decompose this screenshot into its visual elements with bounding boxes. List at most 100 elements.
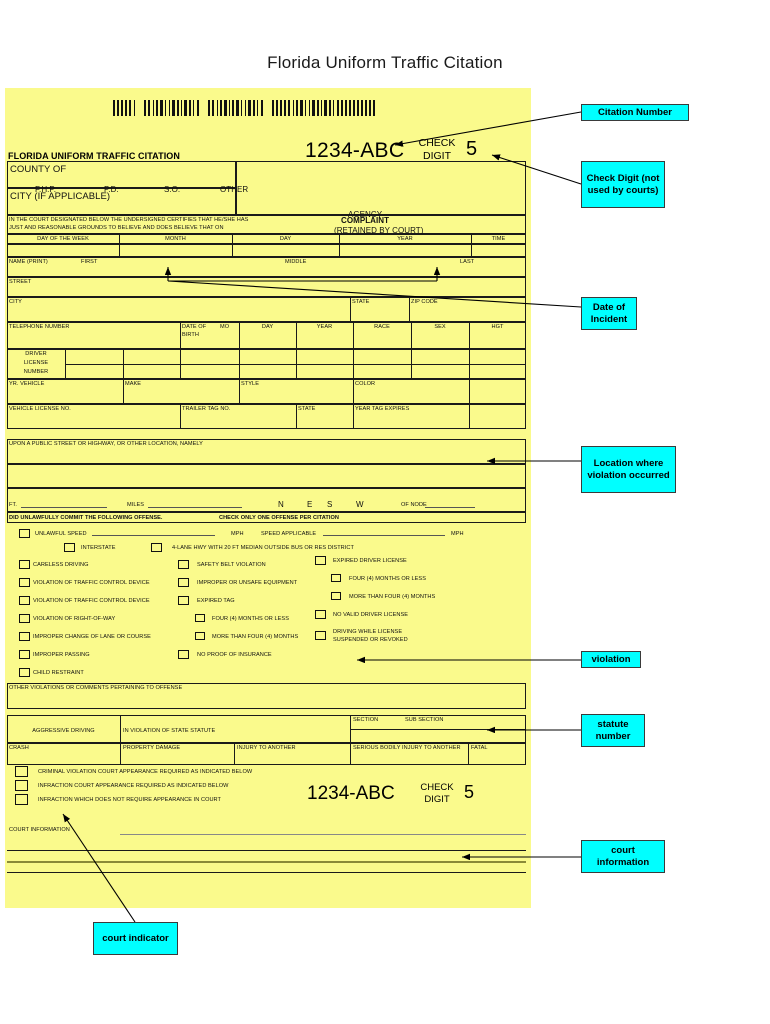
checkbox-child-restraint[interactable] (19, 668, 30, 677)
checkbox-interstate[interactable] (64, 543, 75, 552)
court-information-line-3[interactable] (7, 861, 526, 863)
location-heading: UPON A PUBLIC STREET OR HIGHWAY, OR OTHE… (9, 441, 203, 447)
barcode-gap (201, 100, 208, 116)
callout-court-information: court information (581, 840, 665, 873)
checkbox-driving-while-license-suspended[interactable] (315, 631, 326, 640)
barcode-bar (248, 100, 251, 116)
tag-state-label: STATE (298, 406, 316, 412)
barcode-bar (284, 100, 286, 116)
speed-applicable-entry[interactable] (323, 535, 445, 536)
ft-entry[interactable] (21, 507, 107, 508)
checkbox-criminal-violation-appearance[interactable] (15, 766, 28, 777)
checkbox-dl-more-than-four-months[interactable] (331, 592, 341, 600)
barcode-bar (125, 100, 127, 116)
of-node-label: OF NODE (401, 502, 427, 508)
barcode-bar (353, 100, 355, 116)
unlawful-speed-entry[interactable] (92, 535, 215, 536)
agency-option-other[interactable]: OTHER (220, 185, 248, 194)
callout-citation-number: Citation Number (581, 104, 689, 121)
checkbox-traffic-control-device-1[interactable] (19, 578, 30, 587)
checkbox-expired-driver-license[interactable] (315, 556, 326, 565)
offense-col2-label-4: MORE THAN FOUR (4) MONTHS (212, 634, 299, 640)
check-label-bottom-line1: CHECK (420, 782, 454, 793)
barcode-bar (224, 100, 227, 116)
barcode-bar (304, 100, 307, 116)
checkbox-right-of-way[interactable] (19, 614, 30, 623)
barcode-bar (360, 100, 364, 116)
barcode (113, 100, 418, 116)
checkbox-expired-tag[interactable] (178, 596, 189, 605)
direction-e[interactable]: E (307, 500, 312, 509)
barcode-bar (168, 100, 171, 116)
offense-col2-label-1: IMPROPER OR UNSAFE EQUIPMENT (197, 580, 298, 586)
barcode-bar (133, 100, 136, 116)
city-state-zip-row[interactable] (7, 297, 526, 322)
style-label: STYLE (241, 381, 259, 387)
callout-statute-number: statute number (581, 714, 645, 747)
barcode-bar (275, 100, 279, 116)
divider (123, 379, 124, 404)
checkbox-tag-four-months-or-less[interactable] (195, 614, 205, 622)
divider (180, 404, 181, 429)
location-line-2[interactable] (7, 464, 526, 488)
fatal-label: FATAL (471, 745, 488, 751)
checkbox-traffic-control-device-2[interactable] (19, 596, 30, 605)
name-print-label: NAME (PRINT) (9, 259, 48, 265)
checkbox-infraction-no-appearance[interactable] (15, 794, 28, 805)
court-information-line-2[interactable] (7, 850, 526, 851)
barcode-bar (176, 100, 179, 116)
divider (469, 379, 470, 404)
offense-col1-label-3: VIOLATION OF RIGHT-OF-WAY (33, 616, 116, 622)
checkbox-unsafe-equipment[interactable] (178, 578, 189, 587)
vehicle-row[interactable] (7, 379, 526, 404)
divider (350, 729, 526, 730)
checkbox-no-proof-of-insurance[interactable] (178, 650, 189, 659)
divider (120, 743, 121, 765)
court-information-line-1[interactable] (120, 834, 526, 835)
direction-s[interactable]: S (327, 500, 332, 509)
section-label: SECTION (353, 717, 379, 723)
vehicle-license-row[interactable] (7, 404, 526, 429)
barcode-bar (160, 100, 163, 116)
direction-w[interactable]: W (356, 500, 364, 509)
barcode-bar (128, 100, 132, 116)
agency-option-so[interactable]: S.O. (164, 185, 180, 194)
date-entry-row[interactable] (7, 244, 526, 257)
barcode-bar (280, 100, 283, 116)
miles-entry[interactable] (148, 507, 242, 508)
checkbox-improper-passing[interactable] (19, 650, 30, 659)
certify-line-1: IN THE COURT DESIGNATED BELOW THE UNDERS… (9, 217, 249, 223)
offense-col3-label-3: NO VALID DRIVER LICENSE (333, 612, 409, 618)
checkbox-careless-driving[interactable] (19, 560, 30, 569)
checkbox-tag-more-than-four-months[interactable] (195, 632, 205, 640)
barcode-bar (189, 100, 191, 116)
checkbox-change-of-lane[interactable] (19, 632, 30, 641)
offense-heading-right: CHECK ONLY ONE OFFENSE PER CITATION (219, 515, 339, 521)
of-node-entry[interactable] (425, 507, 475, 508)
agency-option-pd[interactable]: P.D. (104, 185, 119, 194)
agency-option-fhp[interactable]: F.H.P. (35, 185, 56, 194)
agency-cell[interactable] (236, 161, 526, 215)
checkbox-dl-four-months-or-less[interactable] (331, 574, 341, 582)
court-information-line-4[interactable] (7, 872, 526, 873)
direction-n[interactable]: N (278, 500, 284, 509)
property-damage-label: PROPERTY DAMAGE (123, 745, 181, 751)
barcode-bar (121, 100, 123, 116)
barcode-bar (260, 100, 263, 116)
barcode-bar (236, 100, 239, 116)
checkbox-no-valid-driver-license[interactable] (315, 610, 326, 619)
offense-col2-label-0: SAFETY BELT VIOLATION (197, 562, 266, 568)
mph-label-2: MPH (451, 531, 464, 537)
sex-label: SEX (434, 324, 446, 330)
barcode-bar (341, 100, 343, 116)
street-row[interactable] (7, 277, 526, 297)
checkbox-safety-belt[interactable] (178, 560, 189, 569)
checkbox-unlawful-speed[interactable] (19, 529, 30, 538)
checkbox-four-lane-hwy[interactable] (151, 543, 162, 552)
first-label: FIRST (81, 259, 98, 265)
location-line-3[interactable] (7, 488, 526, 512)
ft-label: FT. (9, 502, 17, 508)
offense-col1-label-1: VIOLATION OF TRAFFIC CONTROL DEVICE (33, 580, 150, 586)
checkbox-infraction-appearance-required[interactable] (15, 780, 28, 791)
barcode-bar (148, 100, 151, 116)
